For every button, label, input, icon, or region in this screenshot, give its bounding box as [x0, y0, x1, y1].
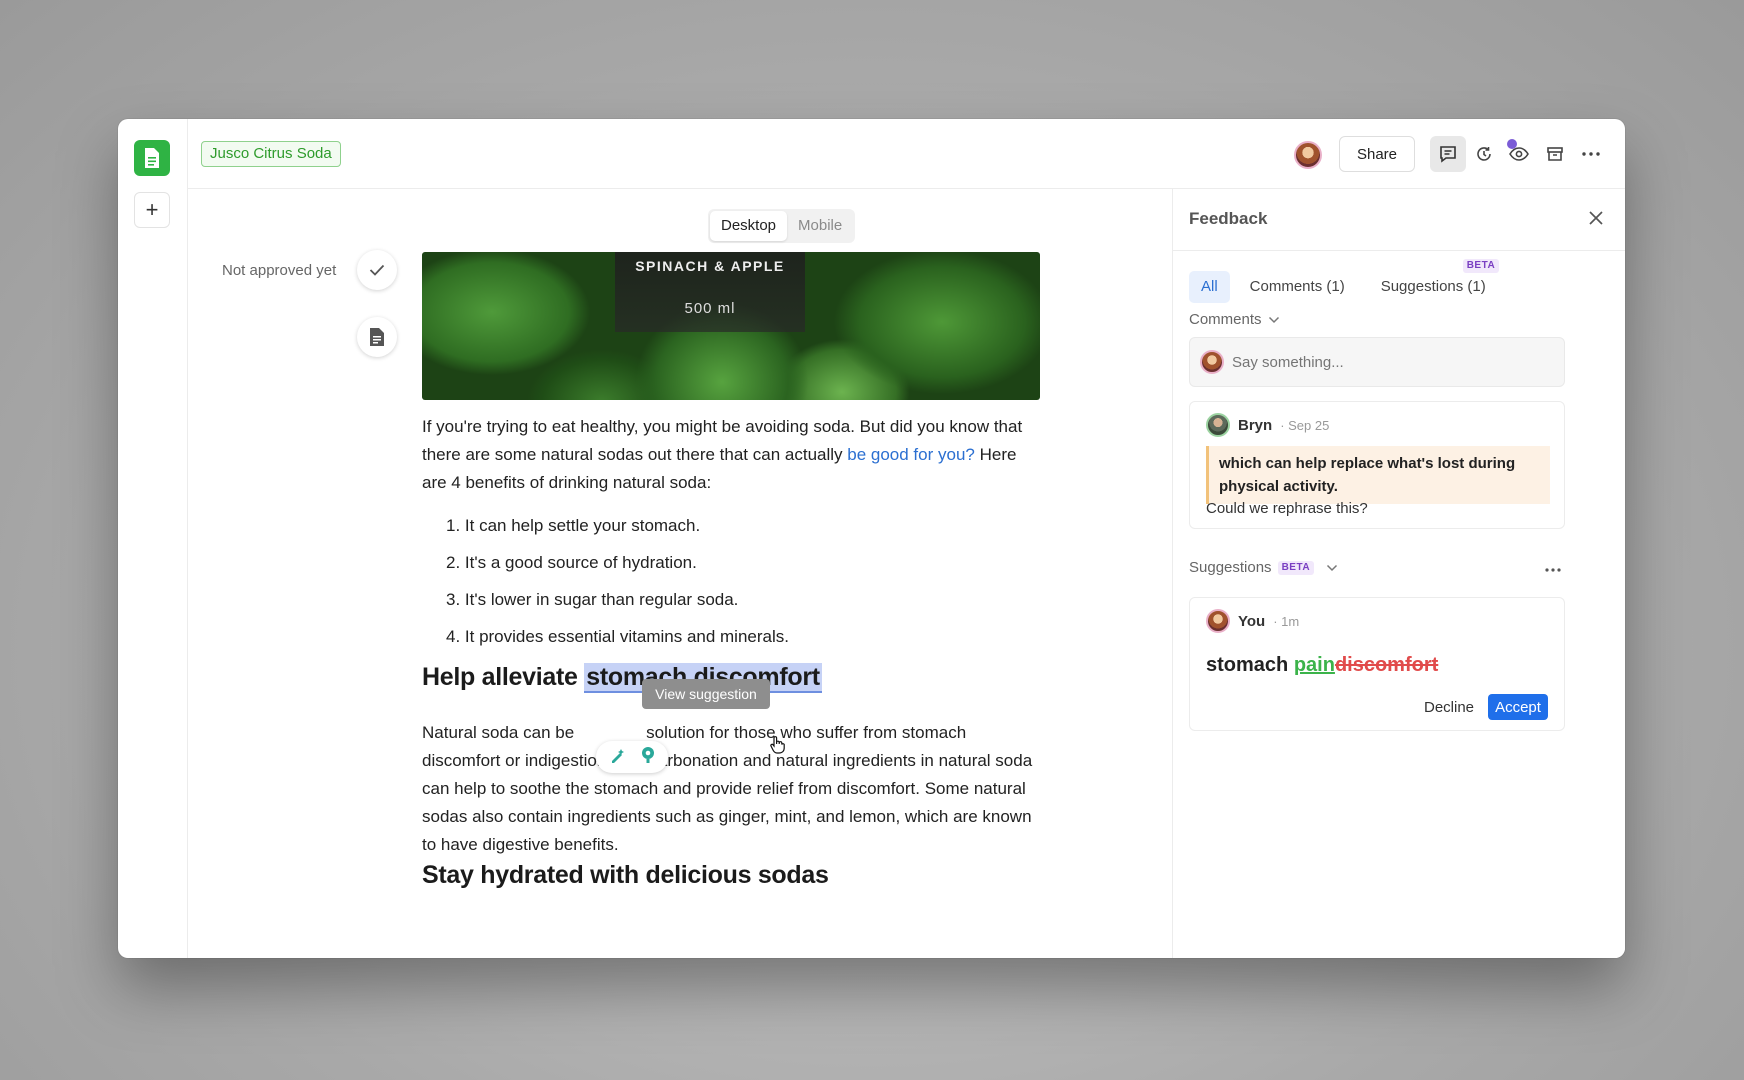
- history-icon[interactable]: [1466, 136, 1502, 172]
- suggestion-marker-icon[interactable]: [640, 746, 656, 769]
- suggestions-label: Suggestions: [1189, 559, 1272, 576]
- beta-badge: BETA: [1462, 259, 1500, 273]
- hand-cursor-icon: [768, 735, 786, 760]
- feedback-tabs: All Comments (1) Suggestions (1) BETA: [1189, 259, 1500, 303]
- preview-eye-icon[interactable]: [1501, 136, 1537, 172]
- paragraph-text-cont: solution for those who suffer from stoma…: [422, 723, 1033, 854]
- panel-header: Feedback: [1173, 189, 1625, 251]
- chevron-down-icon: [1268, 316, 1279, 323]
- approve-check-icon[interactable]: [357, 250, 397, 290]
- approval-status: Not approved yet: [222, 262, 337, 279]
- benefits-list: 1. It can help settle your stomach. 2. I…: [446, 514, 789, 662]
- comments-filter[interactable]: Comments: [1189, 311, 1280, 328]
- comment-text: Could we rephrase this?: [1206, 500, 1368, 517]
- section-heading-2: Stay hydrated with delicious sodas: [422, 861, 829, 889]
- tab-all[interactable]: All: [1189, 271, 1230, 303]
- decline-button[interactable]: Decline: [1416, 694, 1482, 720]
- suggestions-filter[interactable]: Suggestions BETA: [1189, 559, 1565, 576]
- comment-input[interactable]: [1232, 353, 1532, 371]
- comment-header: Bryn · Sep 25: [1206, 413, 1329, 437]
- document-tag[interactable]: Jusco Citrus Soda: [201, 141, 341, 167]
- suggestion-header: You · 1m: [1206, 609, 1299, 633]
- view-toggle: Desktop Mobile: [708, 209, 856, 243]
- add-icon[interactable]: +: [134, 192, 170, 228]
- diff-inserted: pain: [1293, 654, 1335, 676]
- document-editor: Desktop Mobile Not approved yet SPINACH …: [188, 189, 1171, 958]
- close-icon[interactable]: [1589, 208, 1603, 231]
- suggestion-diff: stomach paindiscomfort: [1206, 654, 1438, 677]
- suggestion-card[interactable]: You · 1m stomach paindiscomfort Decline …: [1189, 597, 1565, 731]
- list-item: 3. It's lower in sugar than regular soda…: [446, 590, 739, 609]
- comment-author: Bryn: [1238, 416, 1273, 434]
- tab-desktop[interactable]: Desktop: [710, 211, 788, 241]
- comment-card[interactable]: Bryn · Sep 25 which can help replace wha…: [1189, 401, 1565, 529]
- user-avatar[interactable]: [1294, 141, 1322, 169]
- suggestion-author: You: [1238, 612, 1266, 630]
- diff-deleted: discomfort: [1334, 654, 1439, 676]
- paragraph-text: Natural soda can be: [422, 723, 575, 742]
- hero-product-name: SPINACH & APPLE: [635, 258, 785, 274]
- chevron-down-icon: [1327, 564, 1338, 571]
- left-rail: +: [118, 119, 188, 958]
- list-item: 2. It's a good source of hydration.: [446, 553, 697, 572]
- suggestion-time: · 1m: [1273, 613, 1300, 629]
- bottle-label: SPINACH & APPLE 500 ml: [615, 252, 805, 332]
- quoted-text: which can help replace what's lost durin…: [1206, 446, 1550, 504]
- heading-text: Help alleviate: [422, 663, 585, 691]
- share-button[interactable]: Share: [1339, 136, 1415, 172]
- list-item: 4. It provides essential vitamins and mi…: [446, 627, 789, 646]
- panel-title: Feedback: [1189, 209, 1268, 228]
- comments-icon[interactable]: [1430, 136, 1466, 172]
- tab-mobile[interactable]: Mobile: [787, 211, 853, 241]
- document-info-icon[interactable]: [357, 317, 397, 357]
- tooltip-label: View suggestion: [642, 679, 770, 709]
- suggestions-more-icon[interactable]: [1545, 559, 1561, 577]
- inline-link[interactable]: be good for you?: [847, 445, 975, 464]
- accept-button[interactable]: Accept: [1488, 694, 1548, 720]
- diff-base: stomach: [1206, 654, 1294, 676]
- archive-icon[interactable]: [1537, 136, 1573, 172]
- inline-toolbar: [596, 741, 668, 773]
- avatar: [1206, 413, 1230, 437]
- intro-paragraph: If you're trying to eat healthy, you mig…: [422, 413, 1040, 497]
- list-item: 1. It can help settle your stomach.: [446, 516, 701, 535]
- hero-volume: 500 ml: [684, 300, 736, 317]
- ai-edit-icon[interactable]: [609, 746, 627, 769]
- more-options-icon[interactable]: [1573, 136, 1609, 172]
- comment-composer: [1189, 337, 1565, 387]
- hero-image: SPINACH & APPLE 500 ml: [422, 252, 1040, 400]
- tab-suggestions-label: Suggestions (1): [1380, 278, 1486, 295]
- avatar: [1206, 609, 1230, 633]
- tab-comments[interactable]: Comments (1): [1238, 271, 1357, 303]
- comments-label: Comments: [1189, 311, 1262, 328]
- beta-badge: BETA: [1277, 560, 1315, 575]
- avatar: [1200, 350, 1224, 374]
- document-app-icon[interactable]: [134, 140, 170, 176]
- feedback-panel: Feedback All Comments (1) Suggestions (1…: [1172, 189, 1625, 958]
- comment-time: · Sep 25: [1280, 417, 1330, 433]
- stomach-paragraph: Natural soda can be solution for those wh…: [422, 719, 1040, 859]
- tab-suggestions[interactable]: Suggestions (1) BETA: [1369, 259, 1500, 303]
- top-header: Jusco Citrus Soda Share: [188, 119, 1625, 189]
- app-window: + Jusco Citrus Soda Share Desktop Mobile…: [118, 119, 1625, 958]
